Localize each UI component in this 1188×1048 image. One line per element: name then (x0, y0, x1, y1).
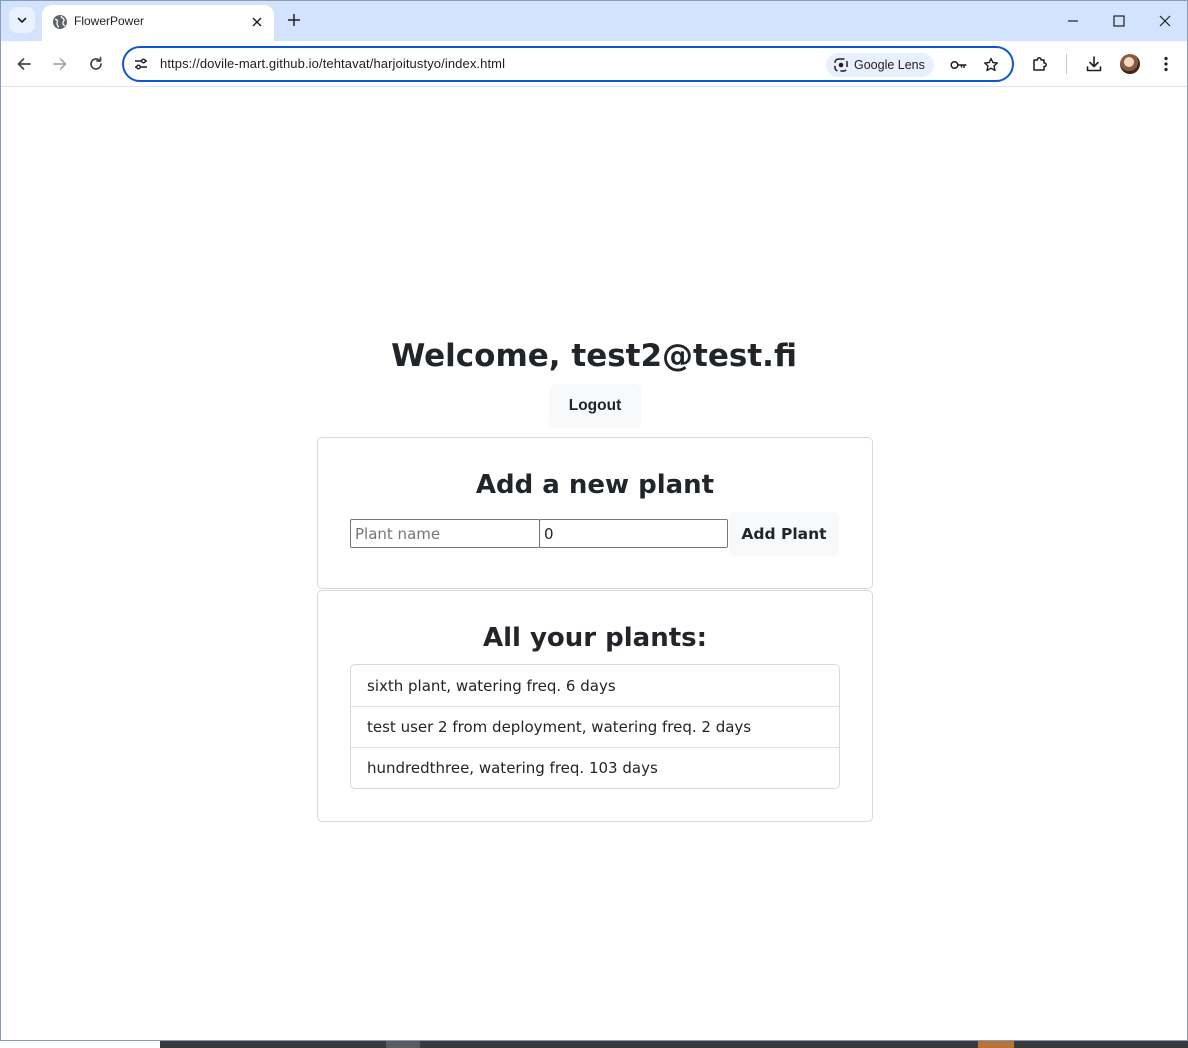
add-plant-button[interactable]: Add Plant (729, 512, 839, 556)
puzzle-icon (1033, 57, 1047, 71)
download-icon (1086, 56, 1102, 72)
maximize-button[interactable] (1105, 7, 1133, 35)
add-plant-card: Add a new plant Add Plant (317, 437, 873, 589)
plants-list-title: All your plants: (482, 623, 708, 653)
address-bar[interactable]: https://dovile-mart.github.io/tehtavat/h… (122, 46, 1014, 82)
browser-menu-button[interactable] (1152, 50, 1180, 78)
minimize-button[interactable] (1059, 7, 1087, 35)
list-item: sixth plant, watering freq. 6 days (367, 676, 616, 695)
forward-button[interactable] (46, 50, 74, 78)
tab-close-button[interactable] (248, 13, 266, 31)
arrow-right-icon (53, 58, 67, 70)
tab-strip: FlowerPower (1, 1, 1187, 41)
list-item: hundredthree, watering freq. 103 days (351, 747, 839, 788)
lens-icon (834, 58, 848, 72)
watering-frequency-input[interactable] (539, 519, 728, 548)
page-content: Welcome, test2@test.fi Logout Add a new … (1, 88, 1187, 1040)
maximize-icon (1113, 15, 1125, 27)
plant-name-input[interactable] (350, 519, 540, 548)
minimize-icon (1068, 20, 1078, 22)
tune-icon (135, 58, 147, 70)
taskbar-edge (0, 1041, 1188, 1048)
logout-button[interactable]: Logout (549, 384, 641, 428)
profile-avatar[interactable] (1120, 54, 1140, 74)
add-plant-title: Add a new plant (475, 470, 715, 500)
more-vert-icon (1164, 56, 1168, 72)
toolbar-divider (1066, 54, 1067, 74)
reload-icon (90, 56, 102, 70)
back-button[interactable] (10, 50, 38, 78)
close-icon (252, 17, 262, 27)
plus-icon (288, 14, 300, 26)
password-key-button[interactable] (948, 54, 970, 76)
plants-list: sixth plant, watering freq. 6 days test … (350, 664, 840, 789)
google-lens-chip[interactable]: Google Lens (826, 53, 934, 77)
new-tab-button[interactable] (283, 9, 305, 31)
browser-toolbar: https://dovile-mart.github.io/tehtavat/h… (1, 41, 1187, 87)
google-lens-label: Google Lens (854, 58, 925, 72)
welcome-heading: Welcome, test2@test.fi (391, 338, 797, 374)
browser-window: FlowerPower https://dovile-mart.github.i… (0, 0, 1188, 1041)
star-icon (984, 57, 998, 72)
plants-list-card: All your plants: sixth plant, watering f… (317, 590, 873, 822)
active-tab[interactable]: FlowerPower (42, 5, 274, 41)
globe-icon (53, 15, 67, 29)
extensions-button[interactable] (1026, 50, 1054, 78)
reload-button[interactable] (82, 50, 110, 78)
tab-search-button[interactable] (9, 7, 35, 33)
downloads-button[interactable] (1080, 50, 1108, 78)
bookmark-star-button[interactable] (980, 54, 1002, 76)
close-window-button[interactable] (1151, 7, 1179, 35)
key-icon (950, 60, 967, 70)
site-info-button[interactable] (132, 55, 150, 73)
list-item: test user 2 from deployment, watering fr… (351, 706, 839, 747)
chevron-down-icon (17, 17, 27, 23)
url-text[interactable]: https://dovile-mart.github.io/tehtavat/h… (160, 56, 505, 71)
close-icon (1159, 15, 1171, 27)
tab-title: FlowerPower (74, 14, 145, 28)
arrow-left-icon (17, 58, 31, 70)
